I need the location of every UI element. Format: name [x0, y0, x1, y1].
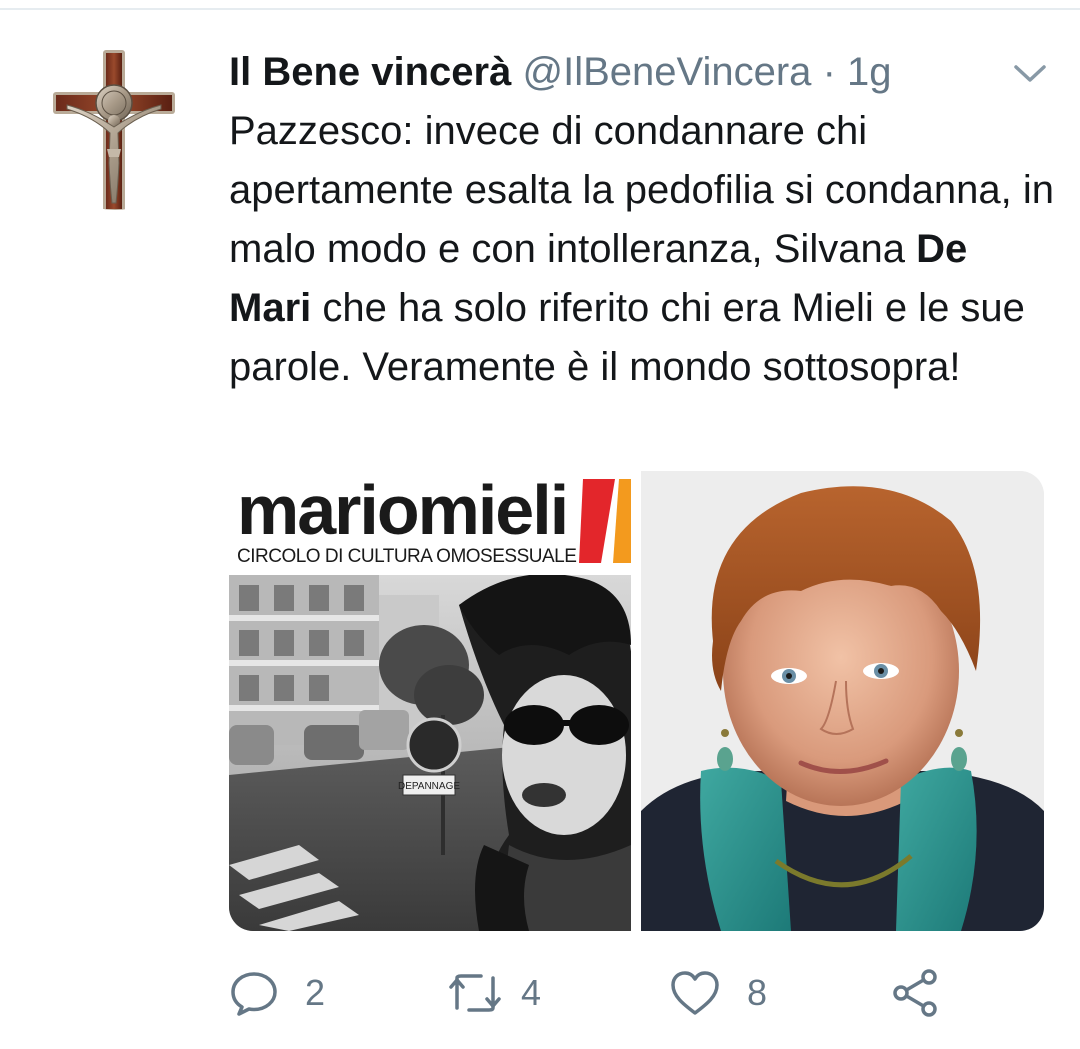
media-image-left[interactable]: mariomieli CIRCOLO DI CULTURA OMOSESSUAL…	[229, 471, 631, 931]
portrait-photo	[641, 471, 1044, 931]
user-handle[interactable]: @IlBeneVincera	[523, 50, 812, 94]
like-button[interactable]: 8	[669, 968, 767, 1018]
chevron-down-icon	[1014, 65, 1046, 82]
more-options-button[interactable]	[1010, 58, 1050, 88]
reply-button[interactable]: 2	[229, 968, 325, 1018]
crucifix-avatar	[53, 50, 175, 210]
separator-dot: ·	[822, 50, 836, 94]
tweet-media[interactable]: mariomieli CIRCOLO DI CULTURA OMOSESSUAL…	[229, 471, 1044, 931]
avatar[interactable]	[35, 45, 195, 210]
retweet-count: 4	[521, 972, 542, 1013]
tweet-actions: 2 4 8	[229, 960, 1049, 1030]
reply-icon	[231, 972, 277, 1016]
bw-street-photo: DEPANNAGE	[229, 575, 631, 931]
share-icon	[893, 969, 937, 1017]
sign-text: DEPANNAGE	[398, 781, 460, 792]
share-button[interactable]	[889, 968, 941, 1018]
media-image-right[interactable]	[641, 471, 1044, 931]
reply-count: 2	[305, 972, 326, 1013]
like-count: 8	[747, 972, 768, 1013]
retweet-icon	[449, 974, 501, 1012]
logo-flag-icon	[579, 479, 631, 563]
retweet-button[interactable]: 4	[447, 968, 541, 1018]
heart-icon	[671, 971, 719, 1015]
tweet-text: Pazzesco: invece di condannare chi apert…	[229, 102, 1059, 397]
tweet-header: Il Bene vincerà @IlBeneVincera · 1g	[229, 48, 892, 96]
display-name[interactable]: Il Bene vincerà	[229, 50, 511, 94]
logo-wordmark: mariomieli	[237, 471, 569, 549]
tweet-timestamp[interactable]: 1g	[847, 50, 892, 94]
tweet-text-part2: che ha solo riferito chi era Mieli e le …	[229, 286, 1025, 389]
top-divider	[0, 8, 1080, 10]
logo-subtitle: CIRCOLO DI CULTURA OMOSESSUALE	[237, 546, 577, 567]
